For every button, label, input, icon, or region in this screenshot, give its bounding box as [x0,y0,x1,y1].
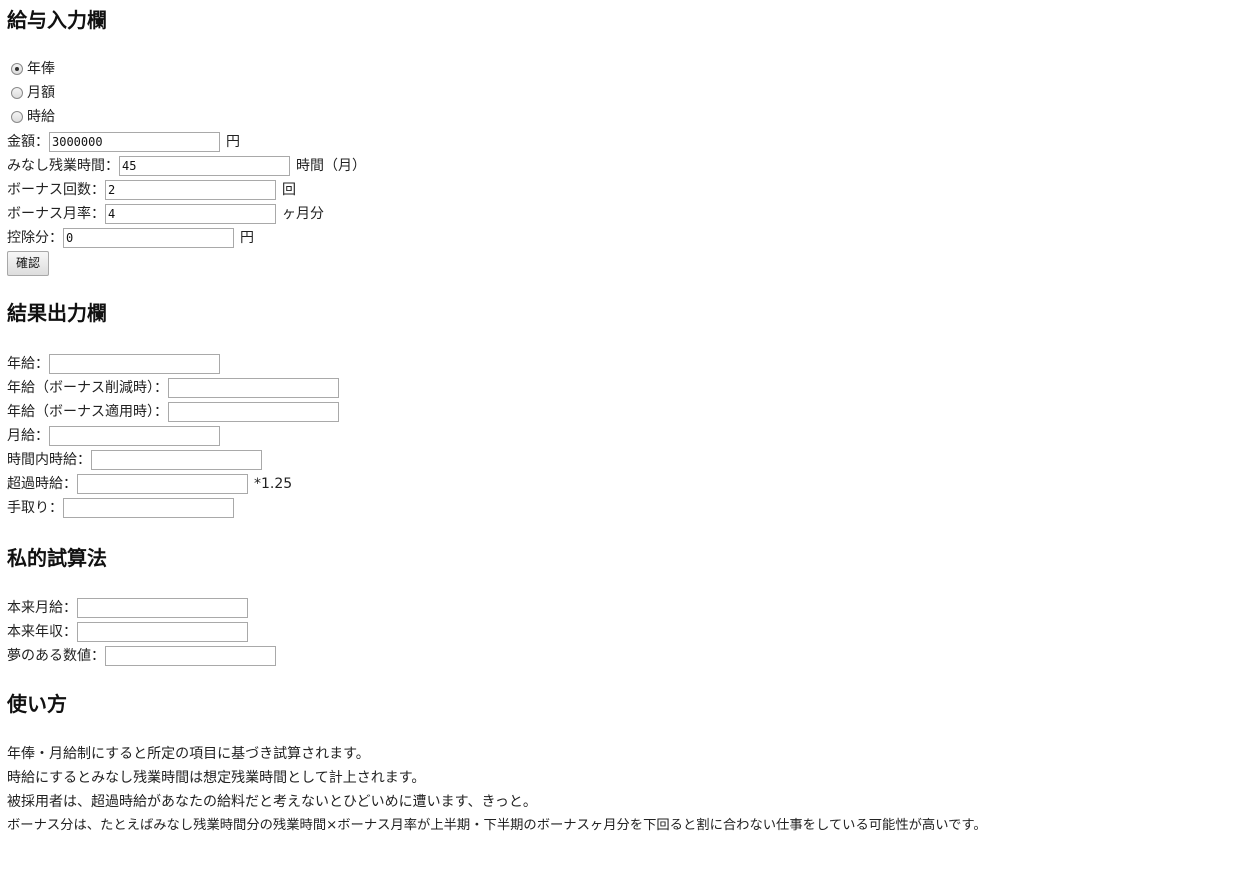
usage-line: 被採用者は、超過時給があなたの給料だと考えないとひどいめに遭います、きっと。 [7,794,537,810]
hourly-overtime-suffix: *1.25 [254,476,293,492]
deduction-unit: 円 [240,230,254,246]
true-monthly-label: 本来月給： [7,600,77,616]
radio-unchecked-icon[interactable] [11,111,23,123]
annual-row: 年給： [7,352,220,376]
confirm-button[interactable]: 確認 [7,251,49,276]
pay-type-hourly-label: 時給 [27,109,55,125]
bonus-rate-unit: ヶ月分 [282,206,324,222]
hourly-regular-output[interactable] [91,450,262,470]
bonus-rate-input[interactable]: 4 [105,204,276,224]
amount-row: 金額： 3000000 円 [7,130,240,154]
hourly-regular-label: 時間内時給： [7,452,91,468]
bonus-count-row: ボーナス回数： 2 回 [7,178,296,202]
radio-unchecked-icon[interactable] [11,87,23,99]
true-monthly-output[interactable] [77,598,248,618]
take-home-label: 手取り： [7,500,63,516]
pay-type-monthly-radio[interactable]: 月額 [11,81,55,105]
true-annual-label: 本来年収： [7,624,77,640]
pay-type-annual-label: 年俸 [27,61,55,77]
deduction-input[interactable]: 0 [63,228,234,248]
deduction-label: 控除分： [7,230,63,246]
bonus-count-unit: 回 [282,182,296,198]
annual-bonus-cut-output[interactable] [168,378,339,398]
radio-checked-icon[interactable] [11,63,23,75]
overtime-hours-row: みなし残業時間： 45 時間（月） [7,154,366,178]
monthly-row: 月給： [7,424,220,448]
overtime-hours-unit: 時間（月） [296,158,366,174]
annual-bonus-cut-label: 年給（ボーナス削減時）： [7,380,168,396]
true-monthly-row: 本来月給： [7,596,248,620]
pay-type-hourly-radio[interactable]: 時給 [11,105,55,129]
hourly-overtime-output[interactable] [77,474,248,494]
pay-type-monthly-label: 月額 [27,85,55,101]
deduction-row: 控除分： 0 円 [7,226,254,250]
annual-output[interactable] [49,354,220,374]
annual-bonus-cut-row: 年給（ボーナス削減時）： [7,376,339,400]
dream-value-label: 夢のある数値： [7,648,105,664]
dream-value-output[interactable] [105,646,276,666]
result-section-heading: 結果出力欄 [7,301,107,325]
true-annual-output[interactable] [77,622,248,642]
bonus-count-input[interactable]: 2 [105,180,276,200]
bonus-rate-label: ボーナス月率： [7,206,105,222]
amount-input[interactable]: 3000000 [49,132,220,152]
usage-line: 年俸・月給制にすると所定の項目に基づき試算されます。 [7,746,370,762]
true-annual-row: 本来年収： [7,620,248,644]
bonus-count-label: ボーナス回数： [7,182,105,198]
hourly-regular-row: 時間内時給： [7,448,262,472]
bonus-rate-row: ボーナス月率： 4 ヶ月分 [7,202,324,226]
dream-value-row: 夢のある数値： [7,644,276,668]
input-section-heading: 給与入力欄 [7,8,107,32]
amount-unit: 円 [226,134,240,150]
usage-line: 時給にするとみなし残業時間は想定残業時間として計上されます。 [7,770,426,786]
private-section-heading: 私的試算法 [7,546,107,570]
hourly-overtime-row: 超過時給： *1.25 [7,472,292,496]
usage-section-heading: 使い方 [7,692,67,716]
annual-bonus-applied-row: 年給（ボーナス適用時）： [7,400,339,424]
pay-type-annual-radio[interactable]: 年俸 [11,57,55,81]
usage-line: ボーナス分は、たとえばみなし残業時間分の残業時間×ボーナス月率が上半期・下半期の… [7,818,987,833]
monthly-label: 月給： [7,428,49,444]
hourly-overtime-label: 超過時給： [7,476,77,492]
overtime-hours-label: みなし残業時間： [7,158,119,174]
overtime-hours-input[interactable]: 45 [119,156,290,176]
take-home-row: 手取り： [7,496,234,520]
annual-label: 年給： [7,356,49,372]
take-home-output[interactable] [63,498,234,518]
annual-bonus-applied-output[interactable] [168,402,339,422]
monthly-output[interactable] [49,426,220,446]
amount-label: 金額： [7,134,49,150]
annual-bonus-applied-label: 年給（ボーナス適用時）： [7,404,168,420]
